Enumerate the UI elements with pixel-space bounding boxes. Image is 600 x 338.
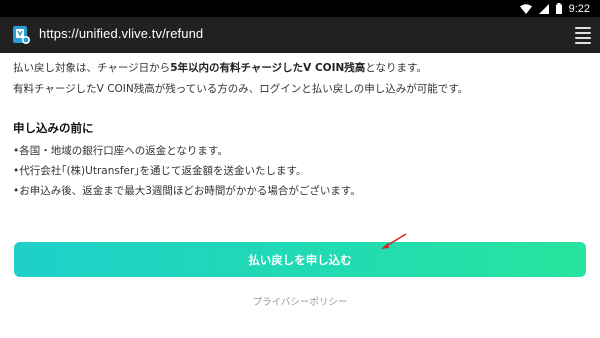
intro-line-2: 有料チャージしたV COIN残高が残っている方のみ、ログインと払い戻しの申し込み… — [13, 83, 469, 95]
url-text[interactable]: https://unified.vlive.tv/refund — [39, 26, 203, 41]
section-title: 申し込みの前に — [13, 121, 94, 135]
vlive-app-icon — [13, 26, 30, 44]
wifi-icon — [519, 3, 532, 14]
notice-list: •各国・地域の銀行口座への返金となります。 •代行会社｢(株)Utransfer… — [13, 141, 361, 201]
browser-url-bar: https://unified.vlive.tv/refund — [0, 17, 600, 53]
list-item: •代行会社｢(株)Utransfer｣を通じて返金額を送金いたします。 — [13, 165, 307, 177]
apply-refund-button[interactable]: 払い戻しを申し込む — [14, 242, 586, 277]
intro-emphasis: 5年以内の有料チャージしたV COIN残高 — [170, 62, 366, 74]
list-item: •各国・地域の銀行口座への返金となります。 — [13, 145, 228, 157]
status-bar: 9:22 — [0, 0, 600, 17]
status-icons: 9:22 — [519, 0, 590, 17]
hamburger-menu-icon[interactable] — [575, 27, 591, 44]
status-time: 9:22 — [568, 2, 590, 15]
battery-icon — [555, 3, 562, 14]
list-item: •お申込み後、返金まで最大3週間ほどお時間がかかる場合がございます。 — [13, 185, 361, 197]
signal-icon — [538, 3, 549, 14]
intro-line-1: 払い戻し対象は、チャージ日から5年以内の有料チャージしたV COIN残高となりま… — [13, 62, 427, 74]
intro-text: 払い戻し対象は、チャージ日から5年以内の有料チャージしたV COIN残高となりま… — [13, 58, 588, 100]
privacy-policy-link[interactable]: プライバシーポリシー — [0, 294, 600, 308]
